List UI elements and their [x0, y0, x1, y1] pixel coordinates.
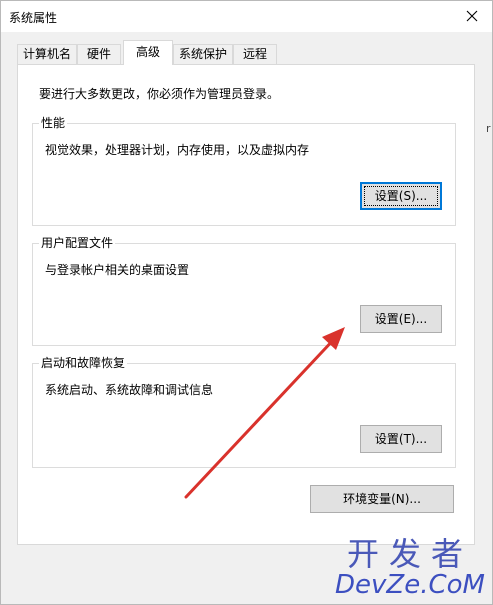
tab-label: 系统保护	[178, 47, 227, 61]
startup-recovery-description: 系统启动、系统故障和调试信息	[45, 383, 214, 397]
tab-computer-name[interactable]: 计算机名	[17, 44, 77, 64]
user-profiles-settings-button[interactable]: 设置(E)...	[360, 305, 442, 333]
advanced-tab-panel: 要进行大多数更改，你必须作为管理员登录。 性能 视觉效果，处理器计划，内存使用，…	[17, 64, 475, 545]
tab-label: 远程	[242, 47, 267, 61]
user-profiles-description: 与登录帐户相关的桌面设置	[45, 263, 190, 277]
close-icon	[466, 10, 478, 22]
admin-notice: 要进行大多数更改，你必须作为管理员登录。	[39, 87, 280, 101]
window-title: 系统属性	[9, 11, 58, 25]
performance-description: 视觉效果，处理器计划，内存使用，以及虚拟内存	[45, 143, 310, 157]
watermark-bottom-text: DevZe.CoM	[335, 570, 485, 600]
user-profiles-group-title: 用户配置文件	[39, 235, 116, 251]
system-properties-window: 系统属性 计算机名 硬件 高级 系统保护 远程 要进行大多数更改，你必须作为管理…	[0, 0, 493, 605]
close-button[interactable]	[458, 4, 486, 28]
tab-label: 高级	[135, 45, 160, 59]
performance-settings-button[interactable]: 设置(S)...	[360, 182, 442, 210]
performance-group-title: 性能	[39, 115, 68, 131]
focus-ring	[364, 186, 438, 206]
tab-label: 硬件	[86, 47, 111, 61]
tab-system-protection[interactable]: 系统保护	[173, 44, 233, 64]
watermark: 开发者 DevZe.CoM	[335, 537, 485, 599]
environment-variables-button[interactable]: 环境变量(N)...	[310, 485, 454, 513]
button-label: 设置(T)...	[374, 432, 428, 446]
tab-remote[interactable]: 远程	[233, 44, 277, 64]
startup-recovery-group: 启动和故障恢复 系统启动、系统故障和调试信息 设置(T)...	[32, 355, 456, 468]
button-label: 设置(E)...	[374, 312, 428, 326]
tab-hardware[interactable]: 硬件	[77, 44, 121, 64]
performance-group: 性能 视觉效果，处理器计划，内存使用，以及虚拟内存 设置(S)...	[32, 115, 456, 226]
tab-advanced[interactable]: 高级	[123, 40, 173, 65]
button-label: 环境变量(N)...	[343, 492, 421, 506]
watermark-top-text: 开发者	[347, 535, 474, 573]
user-profiles-group: 用户配置文件 与登录帐户相关的桌面设置 设置(E)...	[32, 235, 456, 346]
tab-label: 计算机名	[22, 47, 71, 61]
startup-recovery-settings-button[interactable]: 设置(T)...	[360, 425, 442, 453]
background-text-fragment: r	[486, 122, 491, 135]
startup-recovery-group-title: 启动和故障恢复	[39, 355, 128, 371]
title-bar[interactable]: 系统属性	[1, 1, 492, 32]
